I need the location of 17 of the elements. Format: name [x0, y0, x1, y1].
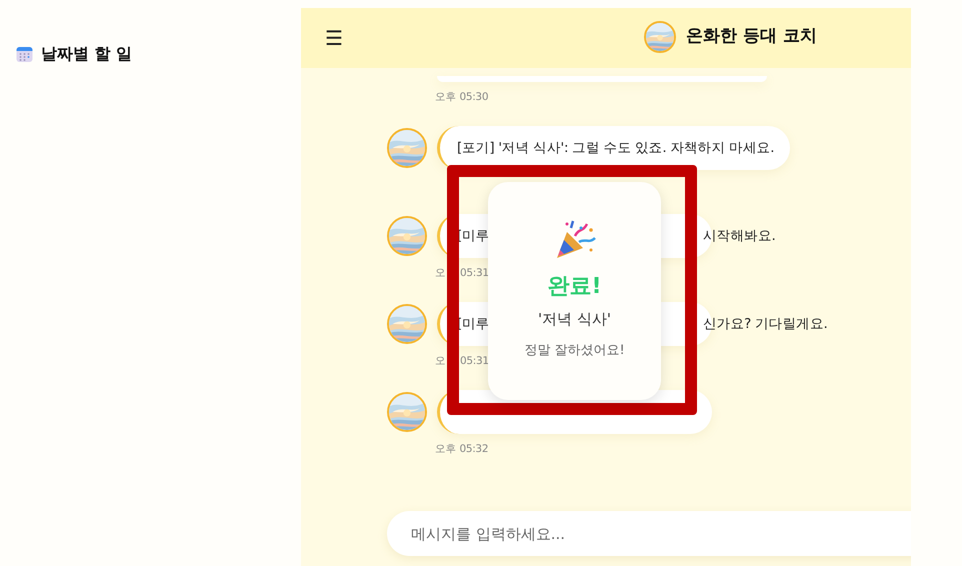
message-time: 05:31 — [460, 354, 489, 368]
popup-message: 정말 잘하셨어요! — [524, 342, 625, 360]
message-time: 오후 05:30 — [435, 90, 490, 104]
message-text: 신가요? 기다릴게요. — [703, 315, 828, 334]
message-text: 시작해봐요. — [703, 227, 776, 246]
sidebar-title: 날짜별 할 일 — [41, 43, 132, 65]
message-time: 05:31 — [460, 266, 489, 280]
calendar-icon — [16, 46, 33, 62]
menu-icon[interactable]: ☰ — [325, 28, 343, 48]
popup-title: 완료! — [547, 274, 602, 300]
message-time: 오 — [435, 354, 446, 368]
message-time: 오후 05:32 — [435, 442, 490, 456]
message-input[interactable]: 메시지를 입력하세요... — [387, 511, 911, 556]
message-bubble: [포기] '저녁 식사': 그럴 수도 있죠. 자책하지 마세요. — [437, 126, 790, 170]
message-time: 오 — [435, 266, 446, 280]
task-name: '저녁 식사' — [538, 309, 611, 330]
coach-name: 온화한 등대 코치 — [686, 25, 817, 48]
